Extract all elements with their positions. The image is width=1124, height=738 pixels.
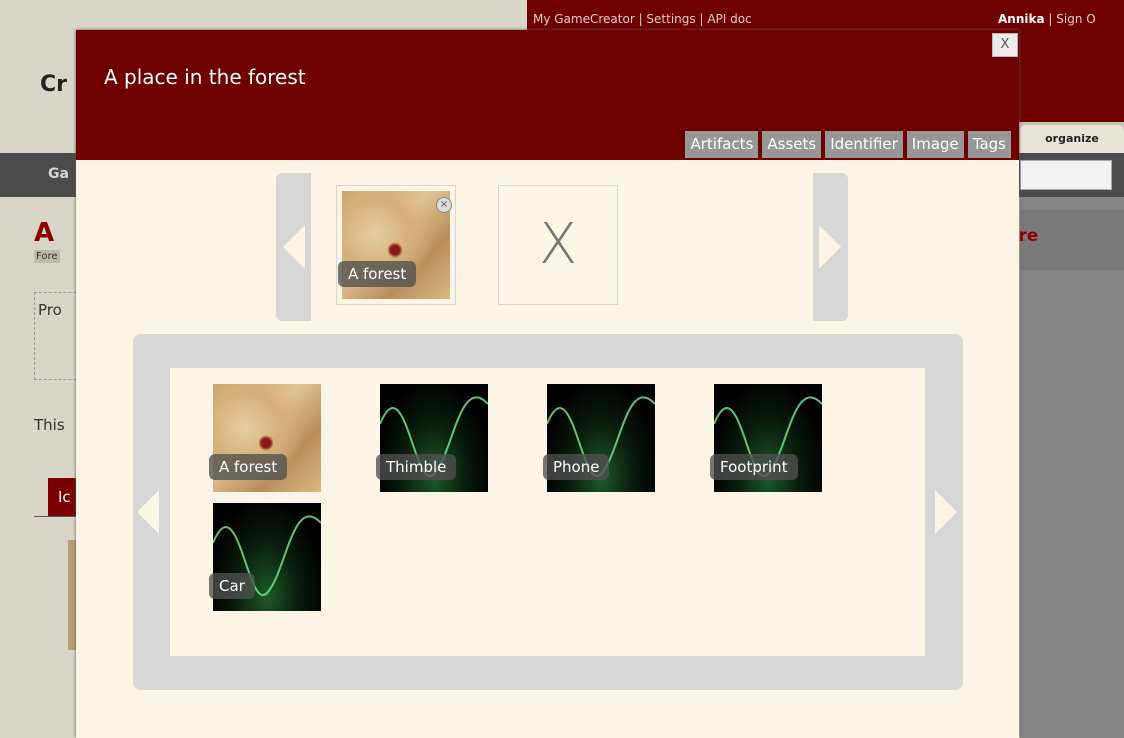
page-tag: Fore [34, 250, 60, 263]
user-menu[interactable]: Annika | Sign O [998, 12, 1096, 26]
tab-assets[interactable]: Assets [762, 131, 822, 158]
site-logo: Cr [40, 72, 67, 97]
dialog-header: A place in the forest X Artifacts Assets… [76, 30, 1019, 160]
library-item[interactable]: Thimble [376, 384, 488, 492]
tab-identifier[interactable]: Identifier [825, 131, 903, 158]
close-button[interactable]: X [992, 33, 1018, 57]
asset-label: A forest [338, 261, 417, 287]
tab-tags[interactable]: Tags [967, 131, 1011, 158]
asset-dialog: A place in the forest X Artifacts Assets… [76, 30, 1019, 738]
carousel-prev-arrow-icon[interactable] [283, 225, 305, 269]
library-item[interactable]: Phone [543, 384, 655, 492]
library-next-arrow-icon[interactable] [935, 490, 957, 534]
dialog-title: A place in the forest [104, 65, 306, 89]
asset-label: A forest [209, 454, 288, 480]
asset-label: Thimble [376, 454, 457, 480]
user-name[interactable]: Annika [998, 12, 1045, 26]
search-input[interactable] [1020, 160, 1112, 190]
selected-asset[interactable]: A forest × [338, 191, 452, 299]
library-grid: A forest Thimble Phone Footprint Car [170, 368, 925, 656]
asset-library: A forest Thimble Phone Footprint Car [133, 334, 963, 690]
library-prev-arrow-icon[interactable] [137, 490, 159, 534]
organize-tab[interactable]: organize [1020, 125, 1124, 153]
tab-image[interactable]: Image [906, 131, 964, 158]
remove-icon[interactable]: × [436, 197, 452, 213]
tab-artifacts[interactable]: Artifacts [685, 131, 759, 158]
empty-slot[interactable]: X [498, 185, 618, 305]
library-item[interactable]: Footprint [710, 384, 822, 492]
asset-label: Car [209, 573, 255, 599]
asset-label: Phone [543, 454, 610, 480]
selected-carousel: A forest × X [276, 173, 848, 321]
dialog-tabs: Artifacts Assets Identifier Image Tags [685, 131, 1011, 158]
page-text: This [34, 416, 65, 434]
top-links[interactable]: My GameCreator | Settings | API doc [533, 12, 752, 26]
right-panel [1020, 197, 1124, 738]
dashed-box-label: Pro [38, 301, 62, 319]
selected-slot: A forest × [336, 185, 456, 305]
carousel-next-arrow-icon[interactable] [819, 225, 841, 269]
selected-area: A forest × X [311, 173, 813, 321]
asset-label: Footprint [710, 454, 798, 480]
library-item[interactable]: A forest [209, 384, 321, 492]
library-item[interactable]: Car [209, 503, 321, 611]
page-heading: A [34, 218, 55, 248]
nav-item[interactable]: Ga [48, 166, 69, 182]
sign-out-link[interactable]: | Sign O [1045, 12, 1095, 26]
